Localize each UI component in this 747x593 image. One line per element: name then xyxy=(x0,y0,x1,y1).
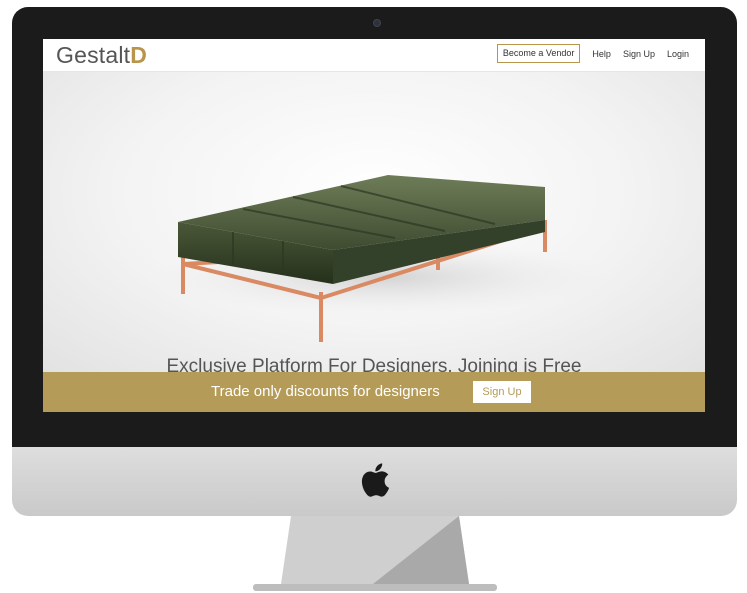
site-logo[interactable]: GestaltD xyxy=(56,41,147,69)
top-navbar: GestaltD Become a Vendor Help Sign Up Lo… xyxy=(43,39,705,72)
website-screen: GestaltD Become a Vendor Help Sign Up Lo… xyxy=(43,39,705,412)
monitor-stand xyxy=(253,516,497,591)
promo-text: Trade only discounts for designers xyxy=(211,383,440,400)
nav-help-link[interactable]: Help xyxy=(592,45,611,63)
webcam-icon xyxy=(373,19,381,27)
promo-band: Trade only discounts for designers Sign … xyxy=(43,372,705,412)
nav-signup-link[interactable]: Sign Up xyxy=(623,45,655,63)
become-vendor-button[interactable]: Become a Vendor xyxy=(496,44,581,63)
hero-banner: Exclusive Platform For Designers. Joinin… xyxy=(43,72,705,377)
daybed-product-image xyxy=(153,175,613,342)
logo-text: Gestalt xyxy=(56,42,131,68)
nav-login-link[interactable]: Login xyxy=(667,45,689,63)
nav-links: Become a Vendor Help Sign Up Login xyxy=(496,44,689,63)
apple-logo-icon xyxy=(361,463,390,497)
promo-signup-button[interactable]: Sign Up xyxy=(473,381,531,403)
logo-accent: D xyxy=(130,42,148,68)
imac-monitor: GestaltD Become a Vendor Help Sign Up Lo… xyxy=(0,0,747,593)
